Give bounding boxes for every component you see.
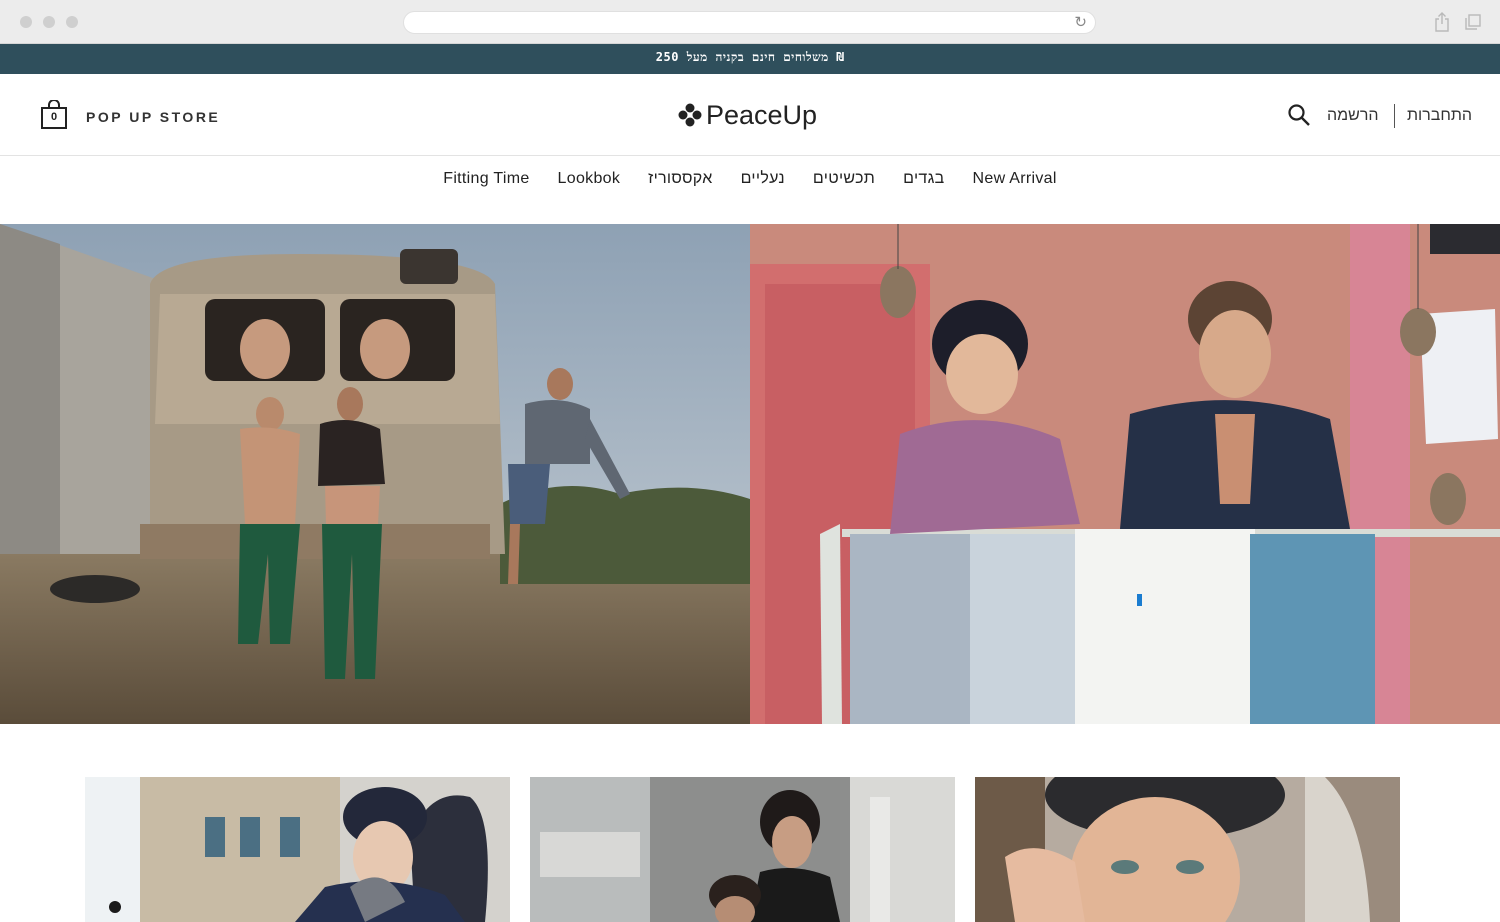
product-tile-beanie-closeup[interactable] bbox=[975, 777, 1400, 922]
address-bar[interactable]: ↻ bbox=[403, 11, 1096, 34]
site-logo[interactable]: PeaceUp bbox=[678, 98, 817, 132]
nav-clothing[interactable]: בגדים bbox=[903, 170, 944, 188]
nav-jewelry[interactable]: תכשיטים bbox=[813, 170, 875, 188]
window-zoom-dot[interactable] bbox=[66, 16, 78, 28]
site-header: 0 POP UP STORE PeaceUp הרשמה התחברות bbox=[0, 74, 1500, 156]
header-divider bbox=[1394, 104, 1395, 128]
tabs-icon[interactable] bbox=[1465, 14, 1481, 30]
nav-fitting-time[interactable]: Fitting Time bbox=[443, 170, 529, 188]
window-minimize-dot[interactable] bbox=[43, 16, 55, 28]
product-tile-couple-doorway[interactable] bbox=[530, 777, 955, 922]
share-icon[interactable] bbox=[1434, 12, 1450, 32]
main-nav: Fitting Time Lookbok אקססוריז נעליים תכש… bbox=[0, 156, 1500, 202]
nav-accessories[interactable]: אקססוריז bbox=[648, 170, 712, 188]
cart-count: 0 bbox=[50, 111, 58, 123]
product-tile-beanie-woman[interactable] bbox=[85, 777, 510, 922]
register-link[interactable]: הרשמה bbox=[1327, 107, 1379, 125]
nav-shoes[interactable]: נעליים bbox=[741, 170, 785, 188]
nav-new-arrival[interactable]: New Arrival bbox=[973, 170, 1057, 188]
login-link[interactable]: התחברות bbox=[1407, 107, 1472, 125]
logo-text: PeaceUp bbox=[706, 99, 818, 130]
free-shipping-banner: משלוחים חינם בקניה מעל 250 ₪ bbox=[0, 44, 1500, 74]
logo-flower-icon bbox=[678, 103, 702, 127]
hero-image-bus[interactable] bbox=[0, 224, 750, 724]
browser-toolbar: ↻ bbox=[0, 0, 1500, 44]
nav-lookbok[interactable]: Lookbok bbox=[558, 170, 621, 188]
reload-icon[interactable]: ↻ bbox=[1074, 14, 1087, 32]
pop-up-store-link[interactable]: POP UP STORE bbox=[86, 109, 220, 125]
window-close-dot[interactable] bbox=[20, 16, 32, 28]
search-icon[interactable] bbox=[1287, 103, 1311, 127]
hero-image-balcony[interactable] bbox=[750, 224, 1500, 724]
